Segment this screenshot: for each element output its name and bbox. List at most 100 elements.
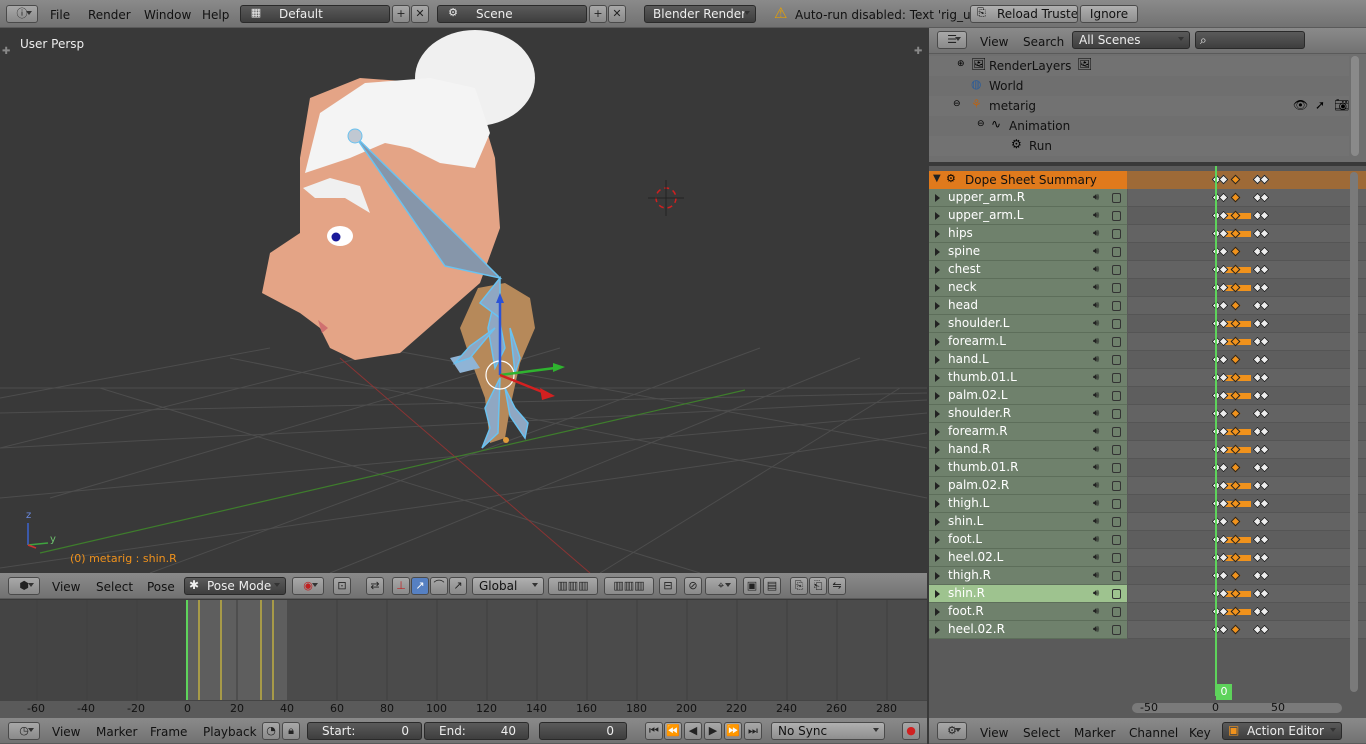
mute-speaker-icon[interactable]: 🔊︎ — [1093, 570, 1105, 581]
lock-icon[interactable] — [1112, 265, 1121, 275]
render-anim-icon[interactable]: ▤ — [763, 577, 781, 595]
expand-triangle-icon[interactable] — [935, 518, 940, 526]
collapse-triangle-icon[interactable]: ▼ — [933, 173, 941, 184]
lock-icon[interactable] — [1112, 463, 1121, 473]
outliner-row[interactable]: ⊖ ∿ Animation — [929, 116, 1349, 136]
channel-row[interactable]: spine 🔊︎ — [929, 243, 1127, 261]
expand-triangle-icon[interactable] — [935, 320, 940, 328]
layers-grid-2-icon[interactable]: ▥▥▥ — [604, 577, 654, 595]
corner-plus-icon-right[interactable]: ✚ — [914, 46, 922, 57]
keyframe-row[interactable] — [1128, 621, 1366, 639]
mute-speaker-icon[interactable]: 🔊︎ — [1093, 534, 1105, 545]
expand-triangle-icon[interactable] — [935, 626, 940, 634]
keyframe[interactable] — [1230, 246, 1241, 257]
outliner-menu-view[interactable]: View — [980, 34, 1008, 50]
play-reverse-icon[interactable]: ◀ — [684, 722, 702, 740]
lock-icon[interactable] — [1112, 301, 1121, 311]
lock-icon[interactable] — [1112, 193, 1121, 203]
lock-icon[interactable] — [1112, 481, 1121, 491]
lock-icon[interactable] — [1112, 247, 1121, 257]
renderable-camera-icon[interactable]: 📷︎ — [1334, 98, 1349, 112]
outliner-row[interactable]: ◍ World — [929, 76, 1349, 96]
mode-selector[interactable]: Pose Mode — [184, 577, 286, 595]
outliner-row[interactable]: ⊖ ⚘ metarig 👁︎ ➚ 📷︎ — [929, 96, 1349, 116]
lock-icon[interactable] — [1112, 427, 1121, 437]
keyframe-row[interactable] — [1128, 387, 1366, 405]
keyframe[interactable] — [1259, 444, 1270, 455]
summary-keyframe[interactable] — [1230, 174, 1241, 185]
dope-sheet[interactable]: ▼ ⚙ Dope Sheet Summary upper_arm.R 🔊︎ uppe… — [929, 166, 1366, 718]
record-icon[interactable]: ● — [902, 722, 920, 740]
channel-row[interactable]: hand.R 🔊︎ — [929, 441, 1127, 459]
expand-triangle-icon[interactable] — [935, 482, 940, 490]
render-icon[interactable]: ▣ — [743, 577, 761, 595]
viewport-menu-select[interactable]: Select — [96, 579, 133, 595]
copy-pose-icon[interactable]: ⎘ — [790, 577, 808, 595]
keyframe[interactable] — [1259, 480, 1270, 491]
keyframe[interactable] — [1259, 426, 1270, 437]
mute-speaker-icon[interactable]: 🔊︎ — [1093, 498, 1105, 509]
mute-speaker-icon[interactable]: 🔊︎ — [1093, 390, 1105, 401]
expand-triangle-icon[interactable] — [935, 464, 940, 472]
keyframe[interactable] — [1230, 462, 1241, 473]
mute-speaker-icon[interactable]: 🔊︎ — [1093, 516, 1105, 527]
preview-range-icon[interactable]: ◔ — [262, 722, 280, 740]
lock-icon[interactable] — [1112, 517, 1121, 527]
layers-grid-1-icon[interactable]: ▥▥▥ — [548, 577, 598, 595]
lock-icon[interactable] — [1112, 409, 1121, 419]
shading-icon[interactable]: ◉ — [292, 577, 324, 595]
jump-prev-key-icon[interactable]: ⏪ — [664, 722, 682, 740]
keyframe-row[interactable] — [1128, 459, 1366, 477]
mute-speaker-icon[interactable]: 🔊︎ — [1093, 336, 1105, 347]
keyframe[interactable] — [1259, 498, 1270, 509]
mute-speaker-icon[interactable]: 🔊︎ — [1093, 282, 1105, 293]
keyframe-row[interactable] — [1128, 333, 1366, 351]
dopesheet-menu-channel[interactable]: Channel — [1129, 725, 1178, 741]
keyframe-row[interactable] — [1128, 477, 1366, 495]
keyframe[interactable] — [1259, 354, 1270, 365]
mute-speaker-icon[interactable]: 🔊︎ — [1093, 462, 1105, 473]
outliner-item-metarig[interactable]: metarig — [989, 99, 1036, 113]
render-engine-selector[interactable]: Blender Render — [644, 5, 756, 23]
jump-next-key-icon[interactable]: ⏩ — [724, 722, 742, 740]
lock-icon[interactable] — [1112, 391, 1121, 401]
dopesheet-current-frame-badge[interactable]: 0 — [1216, 684, 1232, 700]
keyframe[interactable] — [1259, 408, 1270, 419]
keyframe-row[interactable] — [1128, 351, 1366, 369]
paste-flipped-icon[interactable]: ⇋ — [828, 577, 846, 595]
expand-triangle-icon[interactable] — [935, 338, 940, 346]
pose-tool-icon[interactable]: ↗ — [449, 577, 467, 595]
channel-row[interactable]: thigh.L 🔊︎ — [929, 495, 1127, 513]
channel-row[interactable]: forearm.L 🔊︎ — [929, 333, 1127, 351]
keyframe[interactable] — [1259, 282, 1270, 293]
channel-row[interactable]: palm.02.R 🔊︎ — [929, 477, 1127, 495]
manipulator-toggle-icon[interactable]: ⇄ — [366, 577, 384, 595]
keyframe-row[interactable] — [1128, 297, 1366, 315]
lock-icon[interactable] — [1112, 373, 1121, 383]
keyframe[interactable] — [1259, 246, 1270, 257]
dopesheet-menu-view[interactable]: View — [980, 725, 1008, 741]
outliner-search-input[interactable]: ⌕ — [1195, 31, 1305, 49]
paste-pose-icon[interactable]: ⎗ — [809, 577, 827, 595]
channel-row[interactable]: thumb.01.L 🔊︎ — [929, 369, 1127, 387]
menu-window[interactable]: Window — [144, 7, 191, 23]
mute-speaker-icon[interactable]: 🔊︎ — [1093, 588, 1105, 599]
viewport-menu-pose[interactable]: Pose — [147, 579, 175, 595]
outliner-item-animation[interactable]: Animation — [1009, 119, 1070, 133]
channel-row[interactable]: heel.02.R 🔊︎ — [929, 621, 1127, 639]
channel-row[interactable]: thumb.01.R 🔊︎ — [929, 459, 1127, 477]
mute-speaker-icon[interactable]: 🔊︎ — [1093, 426, 1105, 437]
keyframe[interactable] — [1218, 462, 1229, 473]
mute-speaker-icon[interactable]: 🔊︎ — [1093, 318, 1105, 329]
mute-speaker-icon[interactable]: 🔊︎ — [1093, 444, 1105, 455]
keyframe[interactable] — [1259, 318, 1270, 329]
mute-speaker-icon[interactable]: 🔊︎ — [1093, 264, 1105, 275]
keyframe[interactable] — [1230, 300, 1241, 311]
keyframe[interactable] — [1259, 210, 1270, 221]
menu-render[interactable]: Render — [88, 7, 131, 23]
add-scene-icon[interactable]: + — [589, 5, 607, 23]
keyframe[interactable] — [1218, 246, 1229, 257]
start-frame-field[interactable]: Start: 0 — [307, 722, 422, 740]
translate-icon[interactable]: ⊥ — [392, 577, 410, 595]
outliner-menu-search[interactable]: Search — [1023, 34, 1064, 50]
